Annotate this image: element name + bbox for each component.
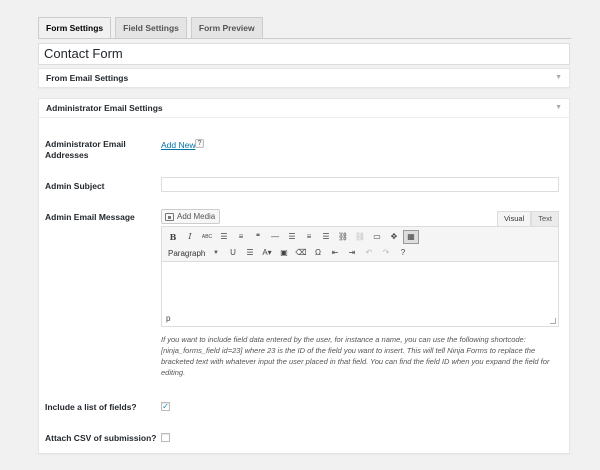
tab-form-settings[interactable]: Form Settings: [38, 17, 112, 39]
admin-email-addresses-label: Administrator Email Addresses: [45, 139, 126, 160]
resize-handle-icon[interactable]: [550, 318, 556, 324]
help-icon[interactable]: ?: [195, 139, 204, 148]
numbered-list-icon[interactable]: ≡: [233, 230, 249, 244]
tab-text[interactable]: Text: [531, 211, 559, 226]
settings-tabs: Form Settings Field Settings Form Previe…: [38, 17, 263, 39]
underline-icon[interactable]: U: [225, 246, 241, 260]
admin-subject-label: Admin Subject: [45, 181, 105, 191]
blockquote-icon[interactable]: ❝: [250, 230, 266, 244]
admin-email-settings-box: Administrator Email Settings ▼ Administr…: [38, 98, 570, 454]
unlink-icon[interactable]: ⛓: [352, 230, 368, 244]
read-more-icon[interactable]: ▭: [369, 230, 385, 244]
toolbar-toggle-icon[interactable]: ▦: [403, 230, 419, 244]
include-fields-checkbox[interactable]: ✓: [161, 402, 170, 411]
attach-csv-label: Attach CSV of submission?: [45, 433, 157, 443]
special-character-icon[interactable]: Ω: [310, 246, 326, 260]
tab-form-preview[interactable]: Form Preview: [190, 17, 263, 38]
add-new-link[interactable]: Add New: [161, 140, 196, 150]
align-right-icon[interactable]: ☰: [318, 230, 334, 244]
tab-visual[interactable]: Visual: [496, 211, 532, 226]
from-email-settings-header[interactable]: From Email Settings ▼: [39, 69, 569, 88]
editor-toolbar: B I ABC ☰ ≡ ❝ — ☰ ≡ ☰ ⛓ ⛓ ▭ ✥ ▦ Paragraph ▼ U ☰ A▾ ▣ ⌫ Ω ⇤ ⇥ ↶…: [162, 227, 558, 262]
indent-icon[interactable]: ⇥: [344, 246, 360, 260]
bold-icon[interactable]: B: [165, 230, 181, 244]
justify-icon[interactable]: ☰: [242, 246, 258, 260]
attach-csv-checkbox[interactable]: [161, 433, 170, 442]
paste-text-icon[interactable]: ▣: [276, 246, 292, 260]
help-icon[interactable]: ?: [395, 246, 411, 260]
admin-email-settings-title: Administrator Email Settings: [46, 103, 163, 113]
format-select[interactable]: Paragraph ▼: [165, 247, 221, 260]
editor-status-path: p: [162, 313, 558, 325]
include-fields-label: Include a list of fields?: [45, 402, 137, 412]
tabs-divider: [38, 38, 571, 39]
add-media-label: Add Media: [177, 212, 216, 221]
element-path: p: [166, 314, 171, 323]
text-color-icon[interactable]: A▾: [259, 246, 275, 260]
chevron-down-icon: ▼: [213, 250, 219, 256]
tab-field-settings[interactable]: Field Settings: [115, 17, 187, 38]
format-select-value: Paragraph: [168, 248, 206, 258]
outdent-icon[interactable]: ⇤: [327, 246, 343, 260]
redo-icon[interactable]: ↷: [378, 246, 394, 260]
from-email-settings-title: From Email Settings: [46, 73, 129, 83]
toggle-arrow-icon[interactable]: ▼: [555, 69, 562, 87]
bullet-list-icon[interactable]: ☰: [216, 230, 232, 244]
message-editor: B I ABC ☰ ≡ ❝ — ☰ ≡ ☰ ⛓ ⛓ ▭ ✥ ▦ Paragraph ▼ U ☰ A▾ ▣ ⌫ Ω ⇤ ⇥ ↶…: [161, 226, 559, 327]
admin-subject-input[interactable]: [161, 177, 559, 192]
strikethrough-icon[interactable]: ABC: [199, 230, 215, 244]
undo-icon[interactable]: ↶: [361, 246, 377, 260]
italic-icon[interactable]: I: [182, 230, 198, 244]
media-icon: [165, 212, 174, 221]
align-left-icon[interactable]: ☰: [284, 230, 300, 244]
align-center-icon[interactable]: ≡: [301, 230, 317, 244]
fullscreen-icon[interactable]: ✥: [386, 230, 402, 244]
form-title-input[interactable]: Contact Form: [38, 43, 570, 65]
link-icon[interactable]: ⛓: [335, 230, 351, 244]
admin-email-message-label: Admin Email Message: [45, 212, 135, 222]
admin-email-settings-header[interactable]: Administrator Email Settings ▼: [39, 99, 569, 118]
horizontal-rule-icon[interactable]: —: [267, 230, 283, 244]
editor-mode-tabs: Visual Text: [496, 211, 559, 226]
from-email-settings-box: From Email Settings ▼: [38, 68, 570, 88]
toolbar-row-1: B I ABC ☰ ≡ ❝ — ☰ ≡ ☰ ⛓ ⛓ ▭ ✥ ▦: [165, 229, 555, 245]
toolbar-row-2: Paragraph ▼ U ☰ A▾ ▣ ⌫ Ω ⇤ ⇥ ↶ ↷?: [165, 245, 555, 261]
add-media-button[interactable]: Add Media: [161, 209, 221, 224]
shortcode-help-text: If you want to include field data entere…: [161, 335, 550, 377]
toggle-arrow-icon[interactable]: ▼: [555, 99, 562, 117]
editor-content-area[interactable]: [162, 262, 558, 313]
clear-formatting-icon[interactable]: ⌫: [293, 246, 309, 260]
